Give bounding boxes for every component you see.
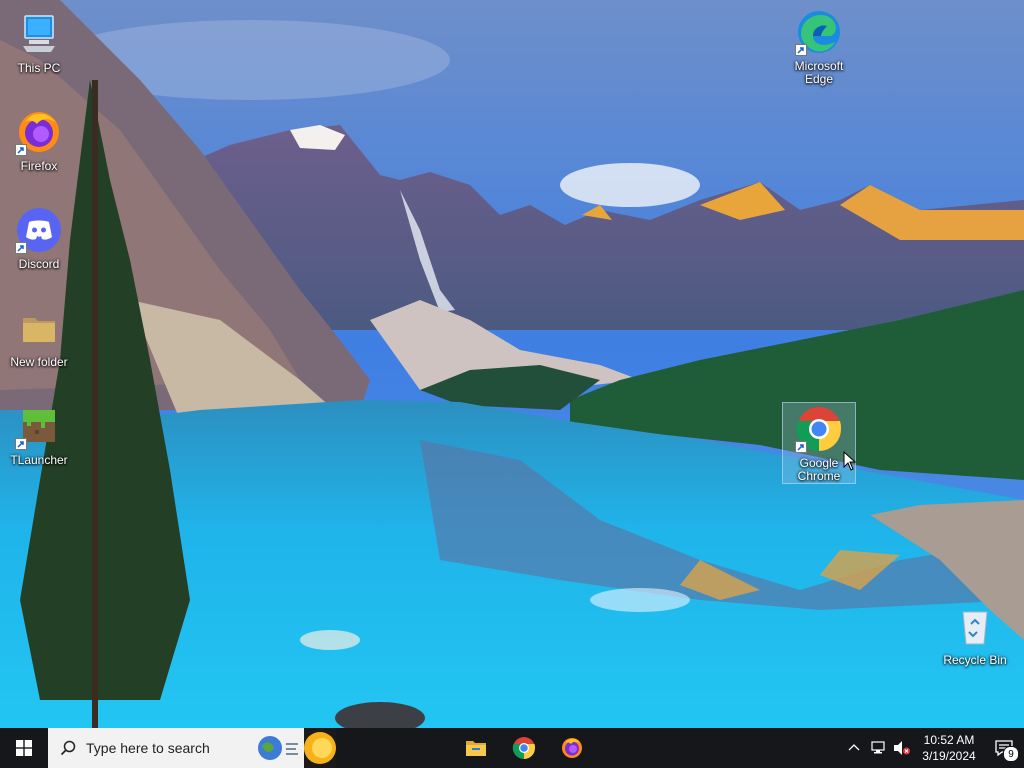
clock-time: 10:52 AM (923, 733, 975, 747)
taskbar-search-box[interactable]: Type here to search (48, 728, 336, 768)
desktop-icon-new-folder[interactable]: New folder (2, 302, 76, 384)
taskbar: Type here to search 10:52 AM 3/19/2024 9 (0, 728, 1024, 768)
desktop-icon-label: Microsoft Edge (794, 59, 844, 86)
desktop-icon-label: Recycle Bin (943, 653, 1007, 667)
folder-icon (15, 304, 63, 352)
desktop-icon-google-chrome[interactable]: Google Chrome (782, 402, 856, 484)
desktop-icon-microsoft-edge[interactable]: Microsoft Edge (782, 6, 856, 88)
taskbar-clock[interactable]: 10:52 AM 3/19/2024 (914, 728, 984, 768)
desktop-icon-label: TLauncher (10, 453, 68, 467)
shortcut-arrow-icon (15, 438, 27, 450)
clock-date: 3/19/2024 (922, 749, 976, 763)
desktop-icon-label: This PC (17, 61, 61, 75)
shortcut-arrow-icon (795, 44, 807, 56)
taskbar-firefox[interactable] (548, 728, 596, 768)
mouse-cursor-icon (843, 451, 857, 471)
network-icon (871, 741, 885, 754)
chrome-icon (795, 405, 843, 453)
volume-button[interactable] (890, 728, 914, 768)
shortcut-arrow-icon (795, 441, 807, 453)
desktop-icon-tlauncher[interactable]: TLauncher (2, 400, 76, 482)
chrome-icon (512, 737, 536, 759)
show-hidden-icons-button[interactable] (842, 728, 866, 768)
desktop-icon-firefox[interactable]: Firefox (2, 106, 76, 188)
network-button[interactable] (866, 728, 890, 768)
desktop-icon-discord[interactable]: Discord (2, 204, 76, 286)
windows-logo-icon (16, 740, 32, 756)
start-button[interactable] (0, 728, 48, 768)
search-icon (60, 740, 76, 756)
shortcut-arrow-icon (15, 144, 27, 156)
discord-icon (15, 206, 63, 254)
firefox-icon (562, 738, 582, 758)
search-placeholder: Type here to search (86, 740, 210, 756)
recycle-bin-icon (951, 602, 999, 650)
volume-muted-icon (894, 741, 910, 755)
computer-icon (15, 10, 63, 58)
shortcut-arrow-icon (15, 242, 27, 254)
firefox-icon (15, 108, 63, 156)
desktop-icon-recycle-bin[interactable]: Recycle Bin (938, 600, 1012, 682)
search-highlight-icon[interactable] (256, 728, 336, 768)
desktop-icon-this-pc[interactable]: This PC (2, 8, 76, 90)
notification-count-badge: 9 (1003, 746, 1019, 762)
system-tray: 10:52 AM 3/19/2024 9 (842, 728, 1024, 768)
edge-icon (795, 8, 843, 56)
desktop-icon-label: New folder (10, 355, 68, 369)
taskbar-file-explorer[interactable] (452, 728, 500, 768)
action-center-button[interactable]: 9 (984, 728, 1024, 768)
chevron-up-icon (848, 744, 860, 751)
desktop-icon-label: Discord (18, 257, 60, 271)
desktop-wallpaper (0, 0, 1024, 768)
desktop-icon-label: Firefox (20, 159, 58, 173)
folder-icon (466, 741, 486, 756)
taskbar-google-chrome[interactable] (500, 728, 548, 768)
minecraft-grass-icon (15, 402, 63, 450)
